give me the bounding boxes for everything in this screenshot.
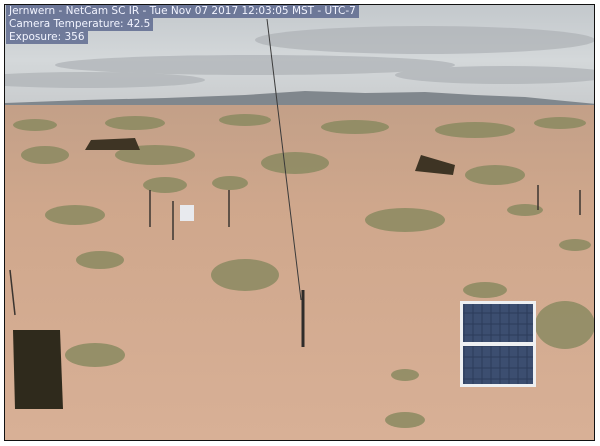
white-sign [180, 205, 194, 221]
desert-scene [5, 5, 594, 440]
camera-info-line: Jernwern - NetCam SC IR - Tue Nov 07 201… [6, 5, 359, 18]
exposure-line: Exposure: 356 [6, 31, 88, 44]
camera-temperature-line: Camera Temperature: 42.5 [6, 18, 154, 31]
solar-panel [460, 301, 536, 387]
webcam-frame: Jernwern - NetCam SC IR - Tue Nov 07 201… [0, 0, 600, 446]
webcam-photo [4, 4, 595, 441]
